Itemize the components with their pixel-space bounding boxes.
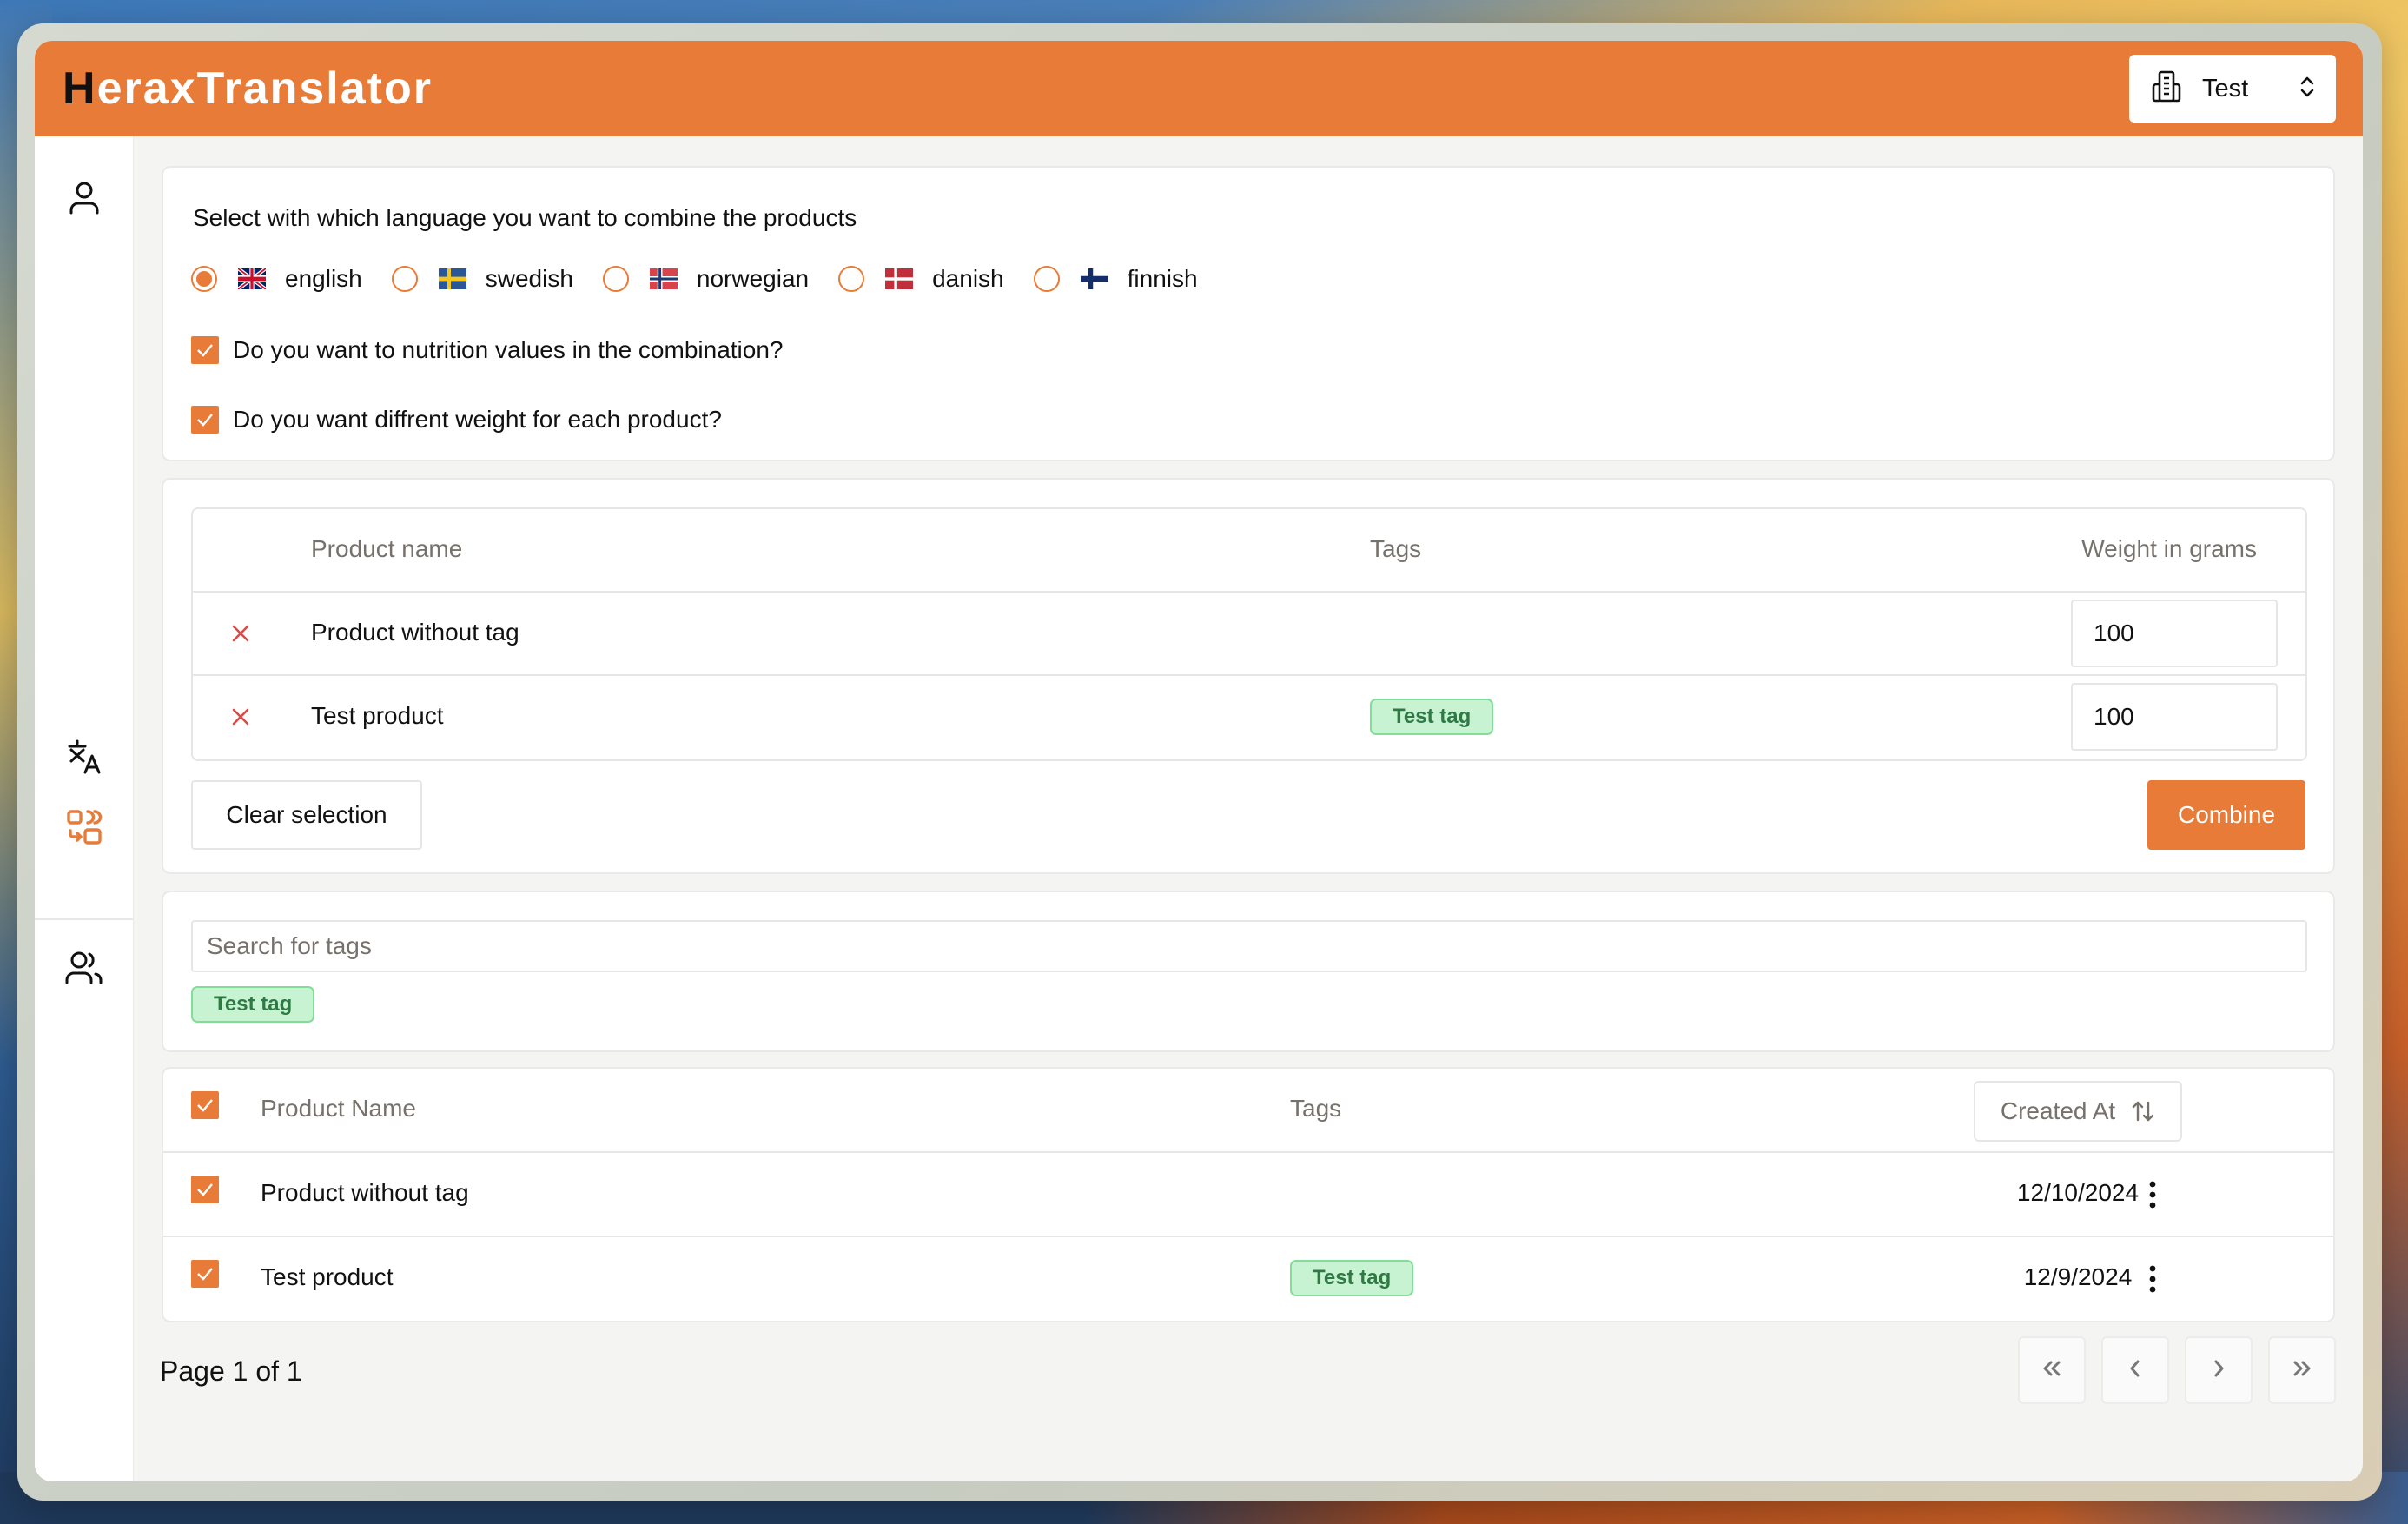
chevrons-right-icon xyxy=(2290,1358,2314,1383)
building-icon xyxy=(2152,70,2181,108)
language-label: norwegian xyxy=(696,265,810,292)
language-options-card: Select with which language you want to c… xyxy=(162,166,2335,461)
product-name: Test product xyxy=(311,702,444,729)
product-name: Product without tag xyxy=(311,619,519,646)
column-header-tags: Tags xyxy=(1370,535,1422,562)
translate-icon xyxy=(66,739,103,779)
more-options-icon[interactable] xyxy=(2135,1262,2170,1296)
selected-products-card: Product name Tags Weight in grams Produc… xyxy=(162,478,2335,874)
app-logo[interactable]: HeraxTranslator xyxy=(63,64,433,113)
language-prompt: Select with which language you want to c… xyxy=(193,204,857,231)
sidebar-item-profile[interactable] xyxy=(66,182,103,218)
created-at-label: Created At xyxy=(2000,1097,2116,1124)
tag-search-card: Test tag xyxy=(162,891,2335,1052)
user-icon xyxy=(69,181,100,220)
table-row[interactable]: Test product Test tag 12/9/2024 xyxy=(163,1237,2333,1322)
sidebar-item-combine[interactable] xyxy=(66,809,103,850)
column-header-product-name: Product Name xyxy=(261,1095,416,1122)
clear-selection-button[interactable]: Clear selection xyxy=(191,780,422,850)
sidebar-item-users[interactable] xyxy=(65,951,103,990)
table-row: Test product Test tag xyxy=(193,676,2305,759)
table-row[interactable]: Product without tag 12/10/2024 xyxy=(163,1153,2333,1237)
products-table-card: Product Name Tags Created At Product wit… xyxy=(162,1067,2335,1322)
nutrition-values-option[interactable]: Do you want to nutrition values in the c… xyxy=(191,336,784,364)
uk-flag-icon xyxy=(238,268,266,289)
language-label: danish xyxy=(932,265,1004,292)
app-window: HeraxTranslator Test Select with which l… xyxy=(35,41,2363,1481)
last-page-button[interactable] xyxy=(2268,1336,2336,1404)
language-radio-group: english swedish norwegian danish finnish xyxy=(191,265,1227,293)
language-label: swedish xyxy=(485,265,573,292)
radio-finnish[interactable] xyxy=(1033,266,1060,292)
table-row: Product without tag xyxy=(193,593,2305,676)
norway-flag-icon xyxy=(649,268,678,289)
row-checkbox[interactable] xyxy=(191,1176,219,1203)
column-header-weight: Weight in grams xyxy=(2081,535,2257,562)
product-name: Product without tag xyxy=(261,1179,469,1206)
chevron-up-down-icon xyxy=(2299,75,2315,103)
more-options-icon[interactable] xyxy=(2135,1177,2170,1212)
table-header-row: Product name Tags Weight in grams xyxy=(193,509,2305,593)
remove-product-button[interactable] xyxy=(228,620,254,646)
column-header-tags: Tags xyxy=(1290,1095,1342,1122)
language-option-finnish[interactable]: finnish xyxy=(1033,265,1198,293)
chevron-left-icon xyxy=(2125,1358,2146,1383)
finland-flag-icon xyxy=(1080,268,1108,289)
different-weight-option[interactable]: Do you want diffrent weight for each pro… xyxy=(191,406,722,434)
weight-input[interactable] xyxy=(2071,683,2278,751)
different-weight-checkbox[interactable] xyxy=(191,406,219,434)
app-header: HeraxTranslator Test xyxy=(35,41,2363,136)
denmark-flag-icon xyxy=(885,268,914,289)
product-name: Test product xyxy=(261,1263,394,1290)
radio-english[interactable] xyxy=(191,266,217,292)
radio-norwegian[interactable] xyxy=(602,266,629,292)
language-option-swedish[interactable]: swedish xyxy=(391,265,573,293)
tag-badge: Test tag xyxy=(1290,1260,1414,1296)
language-label: english xyxy=(285,265,362,292)
different-weight-label: Do you want diffrent weight for each pro… xyxy=(233,406,722,433)
combine-button[interactable]: Combine xyxy=(2147,780,2305,850)
next-page-button[interactable] xyxy=(2185,1336,2253,1404)
tag-badge: Test tag xyxy=(1370,699,1494,735)
nutrition-values-label: Do you want to nutrition values in the c… xyxy=(233,336,784,363)
sidebar xyxy=(35,136,134,1481)
organization-selector[interactable]: Test xyxy=(2129,55,2336,123)
previous-page-button[interactable] xyxy=(2101,1336,2169,1404)
language-option-english[interactable]: english xyxy=(191,265,362,293)
radio-swedish[interactable] xyxy=(391,266,418,292)
nutrition-values-checkbox[interactable] xyxy=(191,336,219,364)
remove-product-button[interactable] xyxy=(228,704,254,730)
sort-created-at-button[interactable]: Created At xyxy=(1974,1081,2182,1142)
language-option-norwegian[interactable]: norwegian xyxy=(602,265,810,293)
sidebar-item-translate[interactable] xyxy=(66,739,103,779)
tag-filter-chip[interactable]: Test tag xyxy=(191,986,315,1023)
radio-danish[interactable] xyxy=(838,266,865,292)
organization-name: Test xyxy=(2202,74,2249,103)
language-option-danish[interactable]: danish xyxy=(838,265,1004,293)
selected-products-table: Product name Tags Weight in grams Produc… xyxy=(191,507,2307,761)
table-header-row: Product Name Tags Created At xyxy=(163,1069,2333,1153)
sidebar-divider xyxy=(35,918,133,920)
users-icon xyxy=(65,951,103,990)
combine-icon xyxy=(66,809,103,850)
first-page-button[interactable] xyxy=(2018,1336,2086,1404)
logo-text: eraxTranslator xyxy=(96,63,433,114)
tag-search-input[interactable] xyxy=(191,920,2307,972)
select-all-checkbox[interactable] xyxy=(191,1091,219,1119)
page-indicator: Page 1 of 1 xyxy=(160,1355,302,1387)
sweden-flag-icon xyxy=(438,268,466,289)
column-header-product-name: Product name xyxy=(311,535,463,562)
logo-initial: H xyxy=(63,63,97,114)
row-checkbox[interactable] xyxy=(191,1260,219,1288)
language-label: finnish xyxy=(1127,265,1198,292)
chevron-right-icon xyxy=(2208,1358,2229,1383)
chevrons-left-icon xyxy=(2040,1358,2064,1383)
weight-input[interactable] xyxy=(2071,600,2278,667)
sort-arrows-icon xyxy=(2131,1099,2155,1123)
